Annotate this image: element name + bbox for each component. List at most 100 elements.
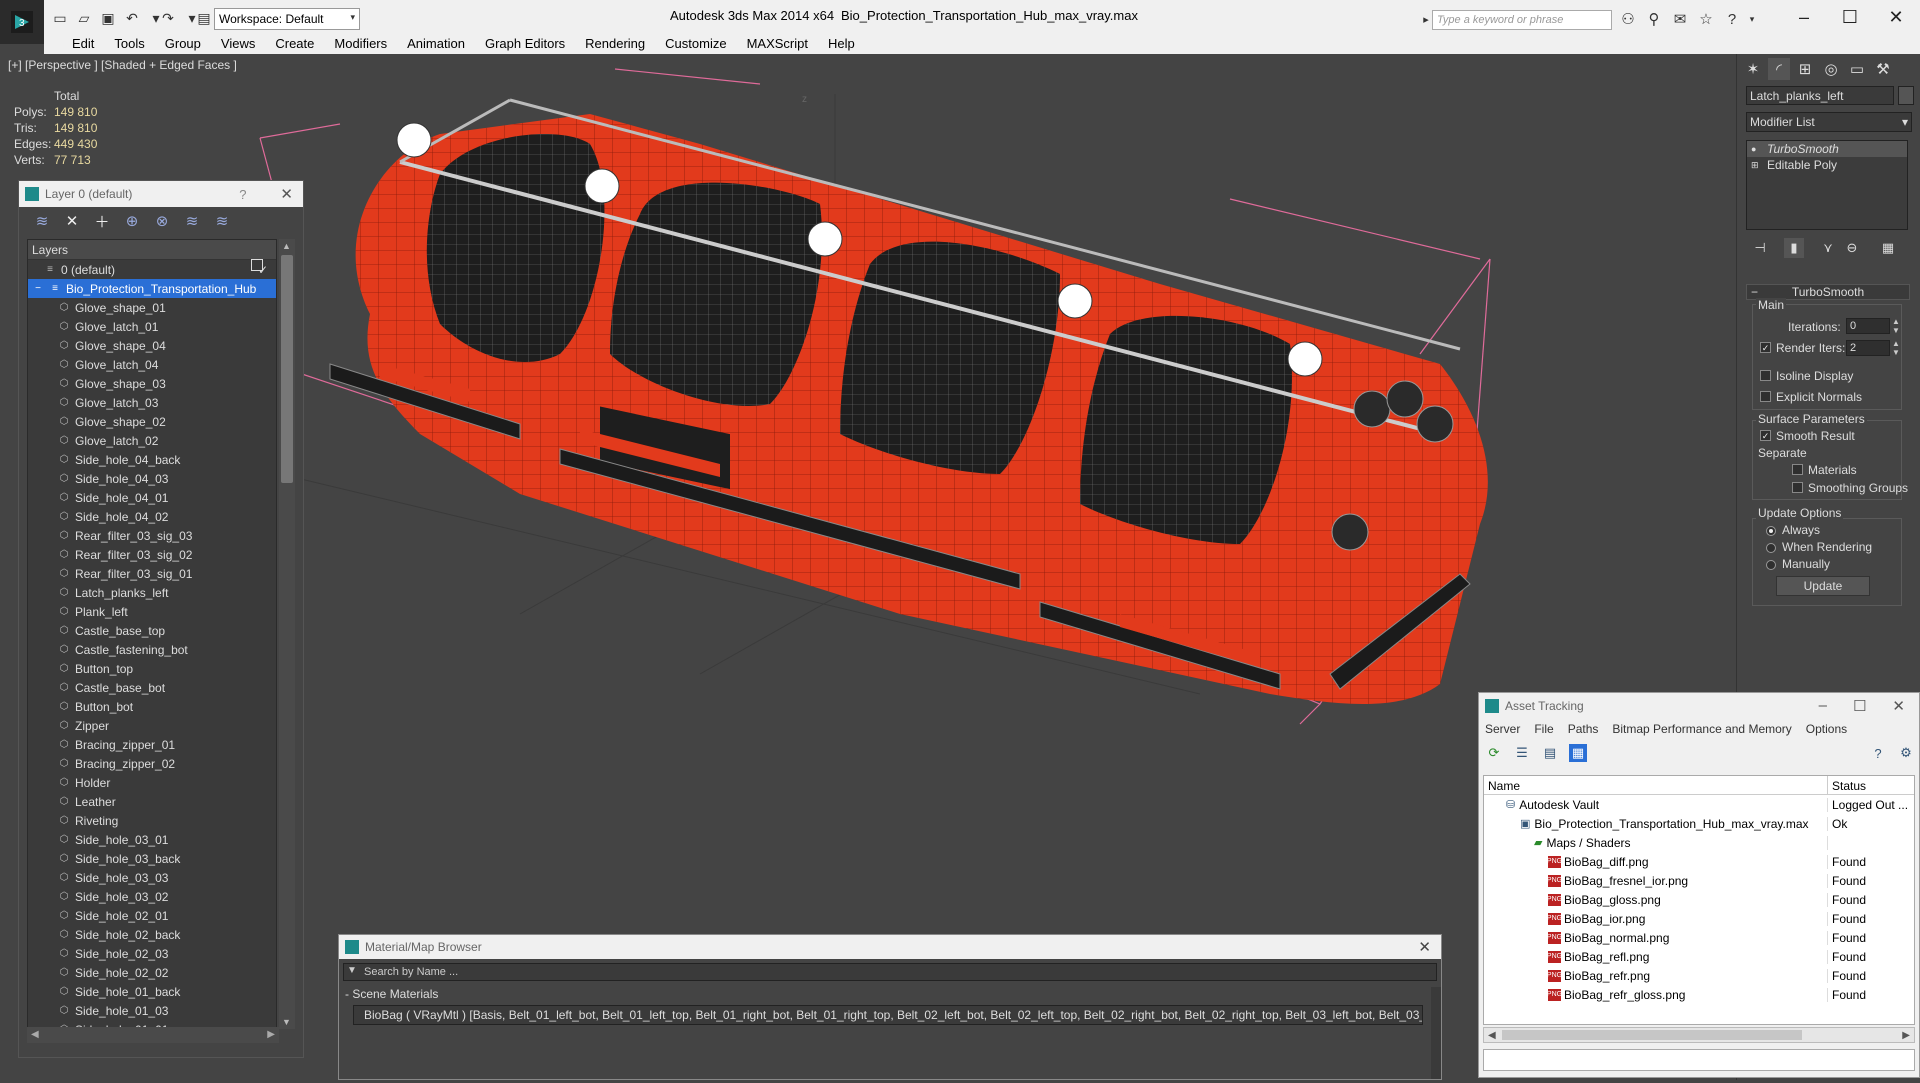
- help-dropdown-icon[interactable]: ▾: [1742, 9, 1762, 29]
- column-status[interactable]: Status: [1828, 776, 1870, 794]
- menu-maxscript[interactable]: MAXScript: [737, 36, 818, 51]
- table-view-icon[interactable]: ▦: [1569, 744, 1587, 762]
- layer-object-item[interactable]: ⬡ Glove_shape_04: [28, 336, 276, 355]
- layer-object-item[interactable]: ⬡ Side_hole_01_03: [28, 1001, 276, 1020]
- max-logo-icon[interactable]: 3: [0, 0, 44, 44]
- scroll-left-icon[interactable]: ◀: [1488, 1030, 1496, 1041]
- close-icon[interactable]: ✕: [1418, 938, 1431, 956]
- remove-modifier-icon[interactable]: ⊖: [1842, 238, 1862, 258]
- expand-icon[interactable]: ⊞: [1751, 160, 1761, 170]
- layer-object-item[interactable]: ⬡ Holder: [28, 773, 276, 792]
- layer-object-item[interactable]: ⬡ Side_hole_03_back: [28, 849, 276, 868]
- layer-object-item[interactable]: ⬡ Side_hole_02_back: [28, 925, 276, 944]
- workspace-dropdown[interactable]: Workspace: Default ▾: [214, 8, 360, 30]
- help-icon[interactable]: ?: [1869, 744, 1887, 762]
- asset-row[interactable]: PNG BioBag_refr.png Found: [1484, 966, 1914, 985]
- asset-row[interactable]: PNG BioBag_ior.png Found: [1484, 909, 1914, 928]
- layer-object-item[interactable]: ⬡ Side_hole_03_02: [28, 887, 276, 906]
- help-search-input[interactable]: Type a keyword or phrase: [1432, 10, 1612, 30]
- binoculars-icon[interactable]: ⚇: [1618, 9, 1638, 29]
- layer-hide-checkbox[interactable]: [251, 259, 263, 271]
- layer-object-item[interactable]: ⬡ Side_hole_04_01: [28, 488, 276, 507]
- menu-tools[interactable]: Tools: [104, 36, 154, 51]
- stack-item-turbosmooth[interactable]: ● TurboSmooth: [1747, 141, 1907, 157]
- spinner-arrows-icon[interactable]: ▲ ▼: [1892, 339, 1900, 357]
- list-view-icon[interactable]: ☰: [1513, 744, 1531, 762]
- close-icon[interactable]: ✕: [1892, 697, 1905, 715]
- stack-item-editable-poly[interactable]: ⊞ Editable Poly: [1747, 157, 1907, 173]
- help-icon[interactable]: ?: [239, 187, 246, 202]
- menu-customize[interactable]: Customize: [655, 36, 736, 51]
- layer-object-item[interactable]: ⬡ Bracing_zipper_01: [28, 735, 276, 754]
- asset-tracking-header[interactable]: Asset Tracking – ☐ ✕: [1479, 693, 1919, 719]
- new-file-icon[interactable]: ▭: [50, 8, 70, 28]
- asset-row[interactable]: PNG BioBag_refr_gloss.png Found: [1484, 985, 1914, 1004]
- layer-object-item[interactable]: ⬡ Button_bot: [28, 697, 276, 716]
- menu-help[interactable]: Help: [818, 36, 865, 51]
- lightbulb-icon[interactable]: ●: [1751, 144, 1761, 154]
- render-iters-checkbox[interactable]: ✓: [1760, 342, 1771, 353]
- close-icon[interactable]: ✕: [1876, 4, 1916, 30]
- asset-row[interactable]: PNG BioBag_gloss.png Found: [1484, 890, 1914, 909]
- asset-row[interactable]: ⛁ Autodesk Vault Logged Out ...: [1484, 795, 1914, 814]
- material-search-input[interactable]: Search by Name ...: [343, 963, 1437, 981]
- select-objects-icon[interactable]: ⊕: [123, 212, 141, 230]
- scroll-left-icon[interactable]: ◀: [31, 1029, 39, 1040]
- layer-default[interactable]: ≡ 0 (default) ✓: [28, 260, 276, 279]
- smoothing-groups-checkbox[interactable]: [1792, 482, 1803, 493]
- subscription-icon[interactable]: ⚲: [1644, 9, 1664, 29]
- scroll-up-icon[interactable]: ▲: [282, 241, 291, 251]
- maximize-icon[interactable]: ☐: [1830, 4, 1870, 30]
- asset-row[interactable]: ▰ Maps / Shaders: [1484, 833, 1914, 852]
- layer-tree[interactable]: Layers ≡ 0 (default) ✓ − ≡ Bio_Protection_Tr…: [27, 239, 277, 1029]
- scroll-right-icon[interactable]: ▶: [267, 1029, 275, 1040]
- layer-object-item[interactable]: ⬡ Side_hole_04_02: [28, 507, 276, 526]
- asset-table[interactable]: Name Status ⛁ Autodesk Vault Logged Out ..…: [1483, 775, 1915, 1025]
- favorites-star-icon[interactable]: ☆: [1696, 9, 1716, 29]
- new-layer-icon[interactable]: ＋: [93, 212, 111, 231]
- layer-object-item[interactable]: ⬡ Side_hole_04_03: [28, 469, 276, 488]
- isoline-display-checkbox[interactable]: [1760, 370, 1771, 381]
- menu-file[interactable]: File: [1534, 722, 1553, 736]
- menu-server[interactable]: Server: [1485, 722, 1520, 736]
- layer-object-item[interactable]: ⬡ Button_top: [28, 659, 276, 678]
- undo-icon[interactable]: ↶: [122, 8, 142, 28]
- asset-horizontal-scrollbar[interactable]: ◀ ▶: [1483, 1027, 1915, 1043]
- communication-icon[interactable]: ✉: [1670, 9, 1690, 29]
- always-radio[interactable]: [1766, 526, 1776, 536]
- utilities-tab-icon[interactable]: ⚒: [1872, 58, 1894, 80]
- delete-layer-icon[interactable]: ✕: [63, 212, 81, 230]
- pin-stack-icon[interactable]: ⊣: [1750, 238, 1770, 258]
- menu-views[interactable]: Views: [211, 36, 265, 51]
- layer-object-item[interactable]: ⬡ Side_hole_03_03: [28, 868, 276, 887]
- freeze-all-icon[interactable]: ≋: [213, 212, 231, 230]
- layer-object-item[interactable]: ⬡ Zipper: [28, 716, 276, 735]
- layer-object-item[interactable]: ⬡ Side_hole_04_back: [28, 450, 276, 469]
- layer-object-item[interactable]: ⬡ Plank_left: [28, 602, 276, 621]
- when-rendering-radio[interactable]: [1766, 543, 1776, 553]
- modifier-list-dropdown[interactable]: Modifier List ▾: [1746, 112, 1912, 132]
- layer-panel-header[interactable]: Layer 0 (default) ? ✕: [19, 181, 303, 207]
- scene-materials-group[interactable]: - Scene Materials: [345, 987, 1425, 1003]
- render-iters-spinner[interactable]: 2: [1846, 340, 1890, 356]
- create-tab-icon[interactable]: ✶: [1742, 58, 1764, 80]
- scroll-thumb[interactable]: [281, 255, 293, 483]
- menu-bitmap-performance[interactable]: Bitmap Performance and Memory: [1612, 722, 1791, 736]
- modify-tab-icon[interactable]: ◜: [1768, 58, 1790, 80]
- close-icon[interactable]: ✕: [280, 185, 293, 203]
- layer-object-item[interactable]: ⬡ Side_hole_02_03: [28, 944, 276, 963]
- minimize-icon[interactable]: –: [1819, 697, 1827, 715]
- refresh-icon[interactable]: ⟳: [1485, 744, 1503, 762]
- scroll-thumb[interactable]: [1502, 1030, 1802, 1040]
- layer-object-item[interactable]: ⬡ Leather: [28, 792, 276, 811]
- asset-row[interactable]: PNG BioBag_refl.png Found: [1484, 947, 1914, 966]
- configure-modifier-sets-icon[interactable]: ▦: [1878, 238, 1898, 258]
- asset-row[interactable]: PNG BioBag_fresnel_ior.png Found: [1484, 871, 1914, 890]
- menu-rendering[interactable]: Rendering: [575, 36, 655, 51]
- material-browser-header[interactable]: Material/Map Browser ✕: [339, 935, 1441, 959]
- menu-group[interactable]: Group: [155, 36, 211, 51]
- layer-object-item[interactable]: ⬡ Side_hole_02_02: [28, 963, 276, 982]
- modifier-stack[interactable]: ● TurboSmooth ⊞ Editable Poly: [1746, 140, 1908, 230]
- display-tab-icon[interactable]: ▭: [1846, 58, 1868, 80]
- layer-object-item[interactable]: ⬡ Glove_shape_01: [28, 298, 276, 317]
